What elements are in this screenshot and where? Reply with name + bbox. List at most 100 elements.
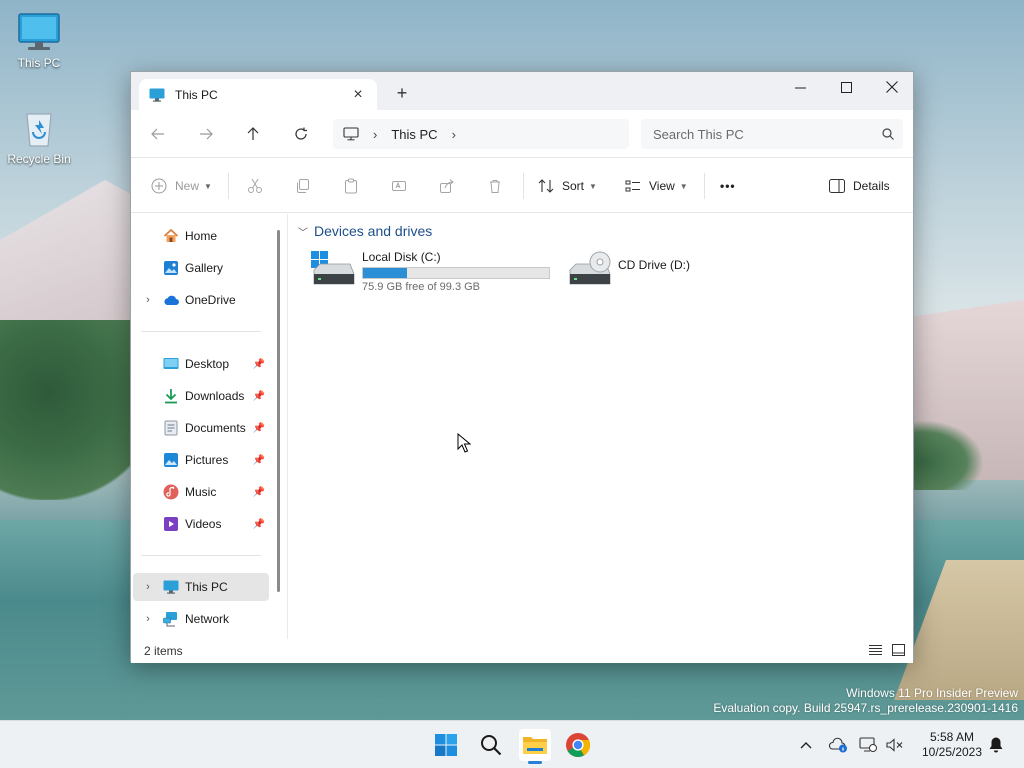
onedrive-tray-icon[interactable] xyxy=(828,735,848,755)
pin-icon[interactable]: 📌 xyxy=(253,487,265,498)
forward-button[interactable] xyxy=(194,123,218,145)
drive-usage-bar xyxy=(362,267,550,279)
network-icon xyxy=(163,611,179,627)
layout-toggle xyxy=(869,644,905,656)
nav-item-downloads[interactable]: Downloads 📌 xyxy=(133,382,269,410)
taskbar-chrome[interactable] xyxy=(562,729,594,761)
nav-item-home[interactable]: Home xyxy=(133,222,269,250)
pin-icon[interactable]: 📌 xyxy=(253,423,265,434)
pin-icon[interactable]: 📌 xyxy=(253,359,265,370)
expand-chevron-icon[interactable]: › xyxy=(141,613,155,625)
taskbar: 5:58 AM 10/25/2023 xyxy=(0,720,1024,768)
title-bar[interactable]: This PC × + xyxy=(131,72,913,110)
paste-button[interactable] xyxy=(343,174,359,198)
cut-icon xyxy=(248,178,262,193)
monitor-icon xyxy=(149,88,165,102)
details-pane-button[interactable]: Details xyxy=(829,174,890,198)
more-options-button[interactable]: ••• xyxy=(720,174,736,198)
desktop-icon-label: This PC xyxy=(17,56,61,70)
breadcrumb-chevron-icon[interactable]: › xyxy=(373,127,377,142)
new-button[interactable]: New ▼ xyxy=(151,174,212,198)
breadcrumb[interactable]: › This PC › xyxy=(333,119,629,149)
delete-button[interactable] xyxy=(487,174,503,198)
clock[interactable]: 5:58 AM 10/25/2023 xyxy=(912,730,992,760)
back-button[interactable] xyxy=(146,123,170,145)
new-tab-button[interactable]: + xyxy=(391,83,413,104)
show-hidden-icons-button[interactable] xyxy=(796,735,816,755)
nav-item-onedrive[interactable]: › OneDrive xyxy=(133,286,269,314)
file-explorer-window: This PC × + › This PC › Search This PC N… xyxy=(130,71,914,663)
new-button-label: New xyxy=(175,179,200,193)
nav-divider xyxy=(141,555,261,556)
clock-time: 5:58 AM xyxy=(929,730,975,744)
nav-item-this-pc[interactable]: › This PC xyxy=(133,573,269,601)
drive-usage-fill xyxy=(363,268,407,278)
network-tray-icon[interactable] xyxy=(858,735,878,755)
nav-item-label: Music xyxy=(185,485,217,499)
tab-this-pc[interactable]: This PC × xyxy=(139,79,377,110)
pin-icon[interactable]: 📌 xyxy=(253,455,265,466)
nav-item-network[interactable]: › Network xyxy=(133,605,269,633)
rename-button[interactable] xyxy=(391,174,407,198)
item-count: 2 items xyxy=(144,644,183,658)
taskbar-search-button[interactable] xyxy=(475,729,507,761)
start-icon xyxy=(435,734,457,756)
monitor-icon xyxy=(18,13,60,50)
minimize-button[interactable] xyxy=(777,72,823,102)
refresh-button[interactable] xyxy=(289,123,313,145)
drive-name: Local Disk (C:) xyxy=(362,250,441,264)
chevron-down-icon: ▼ xyxy=(679,181,688,191)
desktop-icon-recycle-bin[interactable]: Recycle Bin xyxy=(3,108,75,166)
monitor-icon xyxy=(343,127,359,141)
breadcrumb-chevron-icon[interactable]: › xyxy=(452,127,456,142)
nav-item-documents[interactable]: Documents 📌 xyxy=(133,414,269,442)
nav-item-pictures[interactable]: Pictures 📌 xyxy=(133,446,269,474)
bell-icon xyxy=(989,737,1003,753)
tiles-view-icon[interactable] xyxy=(892,644,905,656)
search-icon[interactable] xyxy=(873,128,903,140)
group-header-devices[interactable]: ﹀ Devices and drives xyxy=(298,223,432,239)
cut-button[interactable] xyxy=(247,174,263,198)
nav-item-desktop[interactable]: Desktop 📌 xyxy=(133,350,269,378)
nav-item-music[interactable]: Music 📌 xyxy=(133,478,269,506)
maximize-button[interactable] xyxy=(823,72,869,102)
drive-item-d[interactable]: CD Drive (D:) xyxy=(566,250,690,288)
breadcrumb-item-this-pc[interactable]: This PC xyxy=(391,127,437,142)
nav-item-label: Downloads xyxy=(185,389,245,403)
video-icon xyxy=(163,516,179,532)
taskbar-file-explorer[interactable] xyxy=(519,729,551,764)
volume-tray-icon[interactable] xyxy=(885,735,905,755)
mouse-cursor-icon xyxy=(457,433,471,453)
nav-item-gallery[interactable]: Gallery xyxy=(133,254,269,282)
arrow-up-icon xyxy=(247,127,259,140)
nav-item-label: Home xyxy=(185,229,218,243)
search-box[interactable] xyxy=(641,119,903,149)
expand-chevron-icon[interactable]: › xyxy=(141,294,155,306)
tab-close-button[interactable]: × xyxy=(349,86,367,104)
up-button[interactable] xyxy=(241,123,265,145)
active-indicator xyxy=(528,761,542,764)
close-button[interactable] xyxy=(869,72,915,102)
expand-chevron-icon[interactable]: › xyxy=(141,581,155,593)
notifications-button[interactable] xyxy=(986,735,1006,755)
nav-item-videos[interactable]: Videos 📌 xyxy=(133,510,269,538)
desktop-icon-label: Recycle Bin xyxy=(7,152,71,166)
view-button[interactable]: View ▼ xyxy=(625,174,688,198)
start-button[interactable] xyxy=(430,729,462,761)
network-status-icon xyxy=(859,737,877,752)
sort-button[interactable]: Sort ▼ xyxy=(538,174,597,198)
search-input[interactable] xyxy=(653,126,873,142)
collapse-chevron-icon[interactable]: ﹀ xyxy=(298,224,308,239)
copy-button[interactable] xyxy=(295,174,311,198)
pin-icon[interactable]: 📌 xyxy=(253,519,265,530)
maximize-icon xyxy=(840,81,852,93)
nav-scrollbar[interactable] xyxy=(277,230,280,592)
drive-item-c[interactable]: Local Disk (C:) 75.9 GB free of 99.3 GB xyxy=(310,250,550,293)
drive-free-space: 75.9 GB free of 99.3 GB xyxy=(362,281,481,293)
desktop-icon-this-pc[interactable]: This PC xyxy=(3,12,75,70)
pin-icon[interactable]: 📌 xyxy=(253,391,265,402)
gallery-icon xyxy=(163,260,179,276)
share-button[interactable] xyxy=(439,174,455,198)
windows-drive-icon xyxy=(311,251,355,285)
details-view-icon[interactable] xyxy=(869,644,882,656)
